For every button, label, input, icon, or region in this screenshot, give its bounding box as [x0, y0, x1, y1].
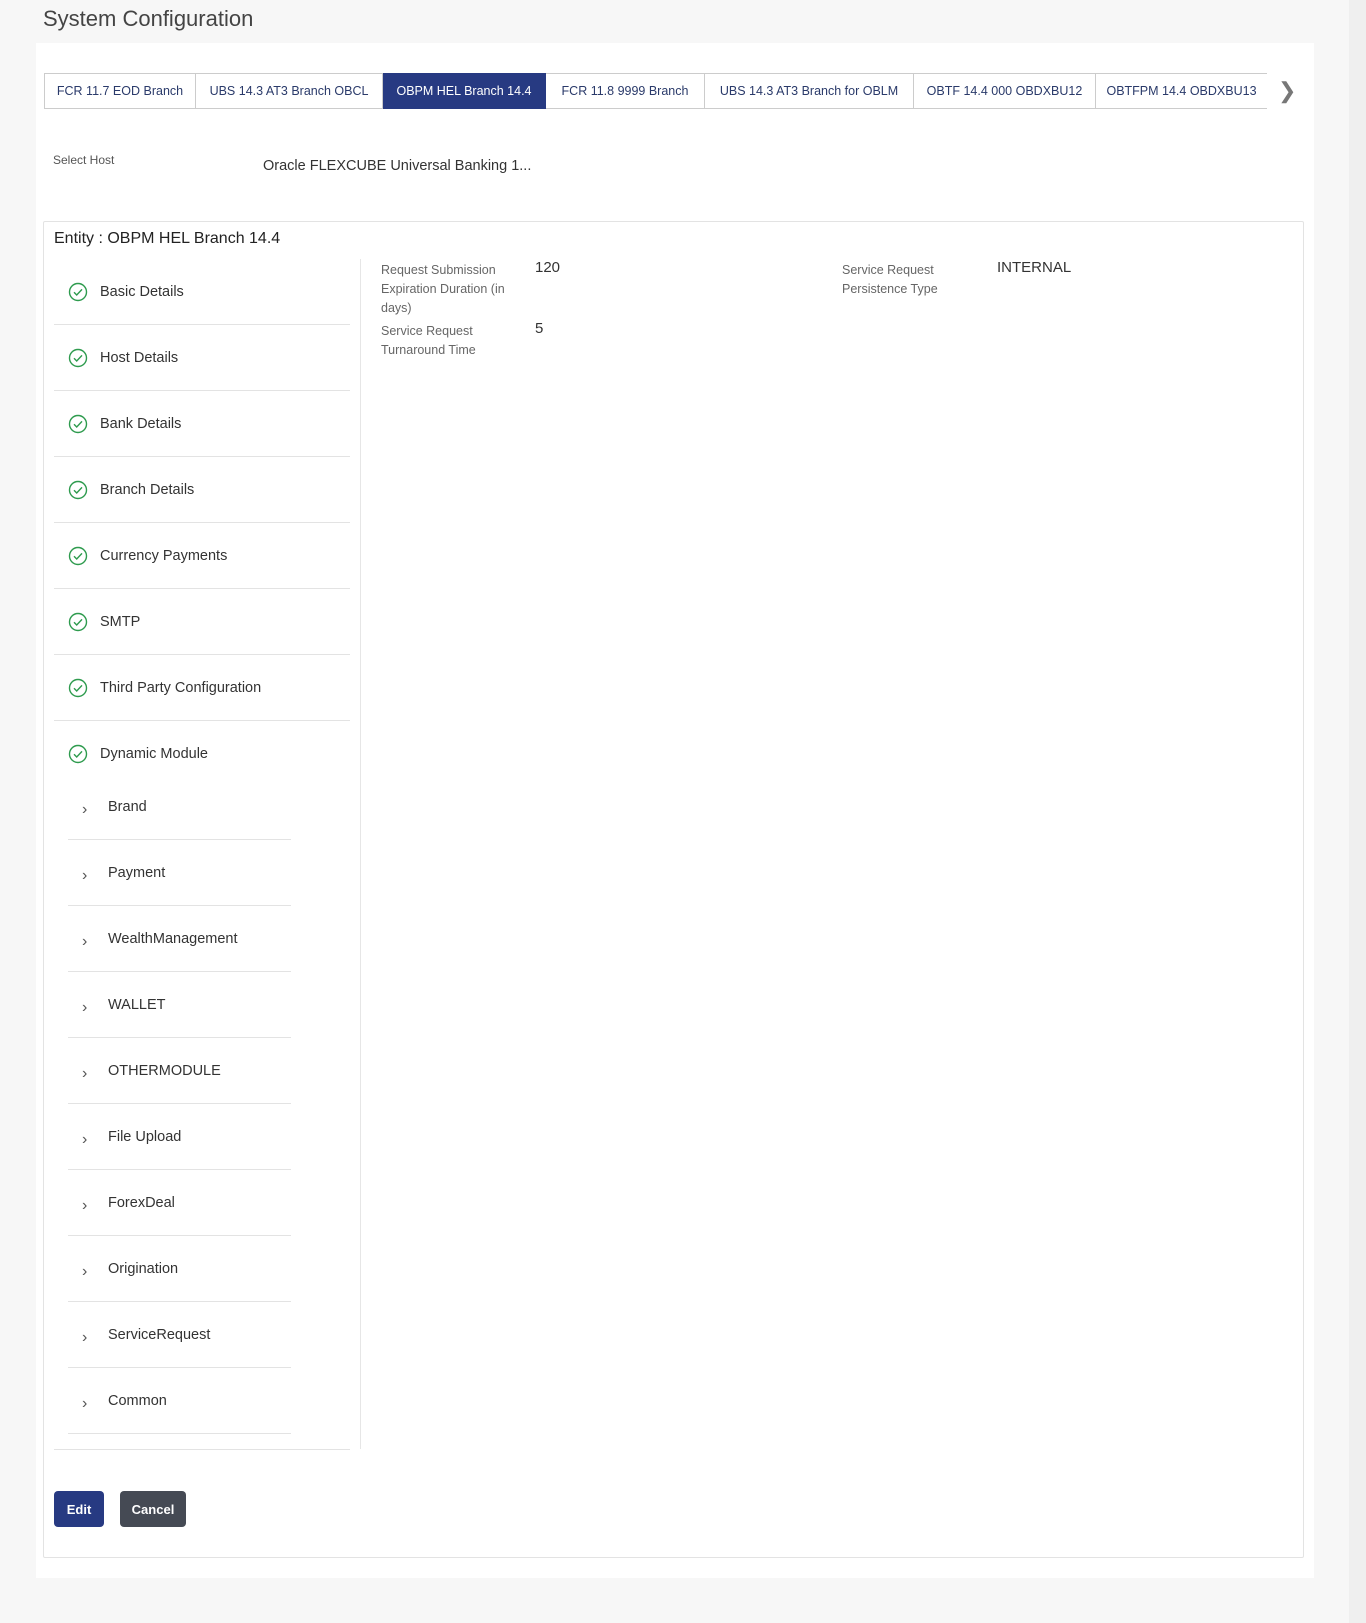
nav-subitem-label: WALLET	[108, 996, 166, 1013]
edit-button[interactable]: Edit	[54, 1491, 104, 1527]
chevron-right-icon: ›	[82, 1328, 88, 1346]
field-label-expiration-duration: Request Submission Expiration Duration (…	[381, 263, 505, 315]
nav-item-branch-details[interactable]: Branch Details	[54, 457, 350, 523]
check-circle-icon	[68, 480, 88, 499]
select-host-label: Select Host	[53, 153, 115, 167]
nav-subitem-label: Brand	[108, 798, 147, 815]
tab-obtfpm-14-4[interactable]: OBTFPM 14.4 OBDXBU13	[1096, 73, 1267, 109]
divider	[54, 1449, 350, 1450]
check-circle-icon	[68, 546, 88, 565]
tab-ubs-14-3-obcl[interactable]: UBS 14.3 AT3 Branch OBCL	[196, 73, 383, 109]
chevron-right-icon: ›	[82, 1196, 88, 1214]
nav-item-basic-details[interactable]: Basic Details	[54, 259, 350, 325]
check-circle-icon	[68, 612, 88, 631]
nav-subitem-othermodule[interactable]: › OTHERMODULE	[68, 1038, 291, 1104]
page-title: System Configuration	[43, 6, 254, 31]
check-circle-icon	[68, 414, 88, 433]
nav-item-bank-details[interactable]: Bank Details	[54, 391, 350, 457]
chevron-right-icon: ›	[82, 1130, 88, 1148]
check-circle-icon	[68, 678, 88, 697]
tab-obtf-14-4[interactable]: OBTF 14.4 000 OBDXBU12	[914, 73, 1096, 109]
chevron-right-icon: ›	[82, 866, 88, 884]
chevron-right-icon: ›	[82, 932, 88, 950]
nav-item-label: Third Party Configuration	[100, 679, 262, 696]
scrollbar-track[interactable]	[1349, 0, 1366, 1623]
field-value-persistence-type: INTERNAL	[997, 259, 1072, 276]
nav-item-smtp[interactable]: SMTP	[54, 589, 350, 655]
field-label-turnaround-time: Service Request Turnaround Time	[381, 324, 476, 357]
field-value-expiration-duration: 120	[535, 259, 561, 276]
chevron-right-icon: ›	[82, 1394, 88, 1412]
nav-subitem-label: File Upload	[108, 1128, 182, 1145]
nav-subitem-common[interactable]: › Common	[68, 1368, 291, 1434]
nav-item-label: Basic Details	[100, 283, 184, 300]
tab-ubs-14-3-oblm[interactable]: UBS 14.3 AT3 Branch for OBLM	[705, 73, 914, 109]
nav-subitem-brand[interactable]: › Brand	[68, 774, 291, 840]
entity-title: Entity : OBPM HEL Branch 14.4	[54, 230, 281, 247]
check-circle-icon	[68, 348, 88, 367]
select-host-value[interactable]: Oracle FLEXCUBE Universal Banking 1...	[263, 158, 531, 174]
nav-item-label: Currency Payments	[100, 547, 228, 564]
nav-item-label: Bank Details	[100, 415, 182, 432]
nav-subitem-label: Common	[108, 1392, 167, 1409]
nav-subitem-wallet[interactable]: › WALLET	[68, 972, 291, 1038]
nav-item-currency-payments[interactable]: Currency Payments	[54, 523, 350, 589]
chevron-right-icon: ›	[82, 998, 88, 1016]
tab-fcr-11-8[interactable]: FCR 11.8 9999 Branch	[546, 73, 705, 109]
check-circle-icon	[68, 744, 88, 764]
nav-subitem-payment[interactable]: › Payment	[68, 840, 291, 906]
field-label-persistence-type: Service Request Persistence Type	[842, 263, 938, 296]
chevron-right-icon: ›	[82, 800, 88, 818]
chevron-right-icon: ›	[82, 1064, 88, 1082]
branch-tabs: FCR 11.7 EOD Branch UBS 14.3 AT3 Branch …	[44, 73, 1267, 109]
nav-subitem-label: ServiceRequest	[108, 1326, 211, 1343]
nav-subitem-label: OTHERMODULE	[108, 1062, 221, 1079]
tab-fcr-11-7[interactable]: FCR 11.7 EOD Branch	[44, 73, 196, 109]
nav-subitem-file-upload[interactable]: › File Upload	[68, 1104, 291, 1170]
nav-item-third-party-configuration[interactable]: Third Party Configuration	[54, 655, 350, 721]
nav-subitem-servicerequest[interactable]: › ServiceRequest	[68, 1302, 291, 1368]
nav-subitem-origination[interactable]: › Origination	[68, 1236, 291, 1302]
nav-item-host-details[interactable]: Host Details	[54, 325, 350, 391]
nav-subitem-label: Payment	[108, 864, 166, 881]
nav-subitem-label: ForexDeal	[108, 1194, 175, 1211]
chevron-right-icon[interactable]: ❯	[1278, 78, 1296, 104]
nav-item-label: Branch Details	[100, 481, 195, 498]
divider	[360, 259, 361, 1449]
nav-subitem-label: WealthManagement	[108, 930, 238, 947]
tab-obpm-hel[interactable]: OBPM HEL Branch 14.4	[383, 73, 546, 109]
cancel-button[interactable]: Cancel	[120, 1491, 186, 1527]
nav-item-label: SMTP	[100, 613, 141, 630]
nav-item-label: Dynamic Module	[100, 746, 208, 762]
nav-subitem-wealthmanagement[interactable]: › WealthManagement	[68, 906, 291, 972]
chevron-right-icon: ›	[82, 1262, 88, 1280]
nav-subitem-forexdeal[interactable]: › ForexDeal	[68, 1170, 291, 1236]
nav-subitem-label: Origination	[108, 1260, 179, 1277]
nav-item-label: Host Details	[100, 349, 179, 366]
field-value-turnaround-time: 5	[535, 320, 544, 337]
check-circle-icon	[68, 282, 88, 301]
